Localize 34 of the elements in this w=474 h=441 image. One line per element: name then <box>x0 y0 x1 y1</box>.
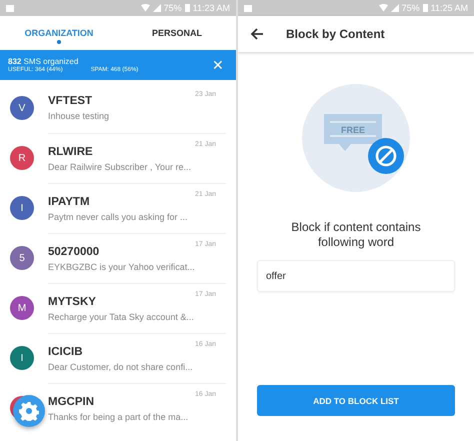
message-preview: Thanks for being a part of the ma... <box>48 412 190 422</box>
battery-icon <box>184 4 190 12</box>
blocked-message-drawing: FREE <box>300 82 412 194</box>
wifi-icon <box>140 4 150 12</box>
sender-name: ICICIB <box>48 346 84 358</box>
message-preview: EYKBGZBC is your Yahoo verificat... <box>48 262 196 272</box>
message-preview: Dear Customer, do not share confi... <box>48 362 194 372</box>
sender-name: MGCPIN <box>48 396 95 408</box>
signal-icon <box>390 4 399 12</box>
avatar: 5 <box>10 246 34 270</box>
wifi-icon <box>378 4 388 12</box>
sender-name: MYTSKY <box>48 296 97 308</box>
signal-icon <box>152 4 161 12</box>
avatar: V <box>10 96 34 120</box>
word-input-field[interactable]: offer <box>257 260 455 292</box>
notification-icon <box>244 4 252 12</box>
avatar: M <box>10 296 34 320</box>
screen-title: Block by Content <box>286 27 385 41</box>
back-arrow-icon[interactable] <box>250 28 264 40</box>
avatar: R <box>10 146 34 170</box>
sender-name: IPAYTM <box>48 196 91 208</box>
avatar: I <box>10 196 34 220</box>
banner-title: 832 SMS organized <box>8 57 80 66</box>
instruction-text: Block if content contains following word <box>290 220 422 250</box>
message-preview: Paytm never calls you asking for ... <box>48 212 189 222</box>
battery-icon <box>422 4 428 12</box>
avatar: I <box>10 346 34 370</box>
message-preview: Dear Railwire Subscriber , Your re... <box>48 162 192 172</box>
sender-name: VFTEST <box>48 95 94 107</box>
message-preview: Inhouse testing <box>48 111 110 121</box>
notification-icon <box>6 4 14 12</box>
sender-name: 50270000 <box>48 246 100 258</box>
message-preview: Recharge your Tata Sky account &... <box>48 312 195 322</box>
sender-name: RLWIRE <box>48 146 94 158</box>
